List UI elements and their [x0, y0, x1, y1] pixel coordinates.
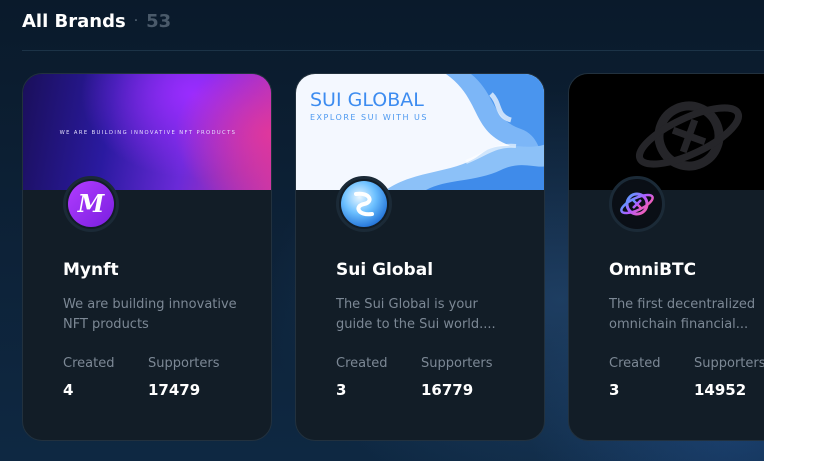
brand-name: OmniBTC [609, 260, 697, 280]
header-divider [22, 50, 764, 51]
banner-title: SUI GLOBAL [310, 89, 424, 111]
brand-name: Mynft [63, 260, 119, 280]
avatar: M [63, 176, 119, 232]
brand-name: Sui Global [336, 260, 434, 280]
mynft-logo-icon: M [68, 181, 114, 227]
brand-description: We are building innovative NFT products [63, 297, 237, 332]
created-label: Created [336, 356, 388, 371]
avatar-letter: M [77, 189, 106, 218]
created-count: 3 [336, 381, 347, 399]
brand-banner: WE ARE BUILDING INNOVATIVE NFT PRODUCTS [23, 74, 271, 190]
brand-card-mynft[interactable]: WE ARE BUILDING INNOVATIVE NFT PRODUCTS … [22, 73, 272, 441]
avatar [336, 176, 392, 232]
supporters-count: 14952 [694, 381, 747, 399]
section-header: All Brands · 53 [22, 8, 171, 34]
section-title: All Brands [22, 10, 126, 32]
banner-text: WE ARE BUILDING INNOVATIVE NFT PRODUCTS [60, 130, 237, 136]
banner-text-graphic: WE ARE BUILDING INNOVATIVE NFT PRODUCTS [60, 130, 237, 136]
created-label: Created [63, 356, 115, 371]
brand-card-omnibtc[interactable]: OmniBTC The first decentralized omnichai… [568, 73, 764, 441]
brand-banner [569, 74, 764, 190]
sui-wave-graphic: SUI GLOBAL EXPLORE SUI WITH US [310, 74, 544, 190]
brand-card-sui-global[interactable]: SUI GLOBAL EXPLORE SUI WITH US Sui Globa… [295, 73, 545, 441]
brands-section: All Brands · 53 WE ARE BUILDING INNOVATI… [0, 0, 764, 461]
banner-subtitle: EXPLORE SUI WITH US [310, 113, 428, 122]
supporters-count: 17479 [148, 381, 201, 399]
created-count: 3 [609, 381, 620, 399]
sui-logo-icon [341, 181, 387, 227]
planet-watermark-graphic [635, 101, 743, 171]
supporters-label: Supporters [148, 356, 220, 371]
supporters-label: Supporters [421, 356, 493, 371]
brand-description: The Sui Global is your guide to the Sui … [336, 297, 496, 332]
created-count: 4 [63, 381, 74, 399]
avatar [609, 176, 665, 232]
supporters-count: 16779 [421, 381, 474, 399]
brand-description: The first decentralized omnichain financ… [609, 297, 756, 332]
omnibtc-planet-icon [614, 181, 660, 227]
supporters-label: Supporters [694, 356, 764, 371]
title-separator: · [133, 13, 139, 29]
brand-count: 53 [146, 10, 172, 32]
created-label: Created [609, 356, 661, 371]
brand-banner: SUI GLOBAL EXPLORE SUI WITH US [296, 74, 544, 190]
